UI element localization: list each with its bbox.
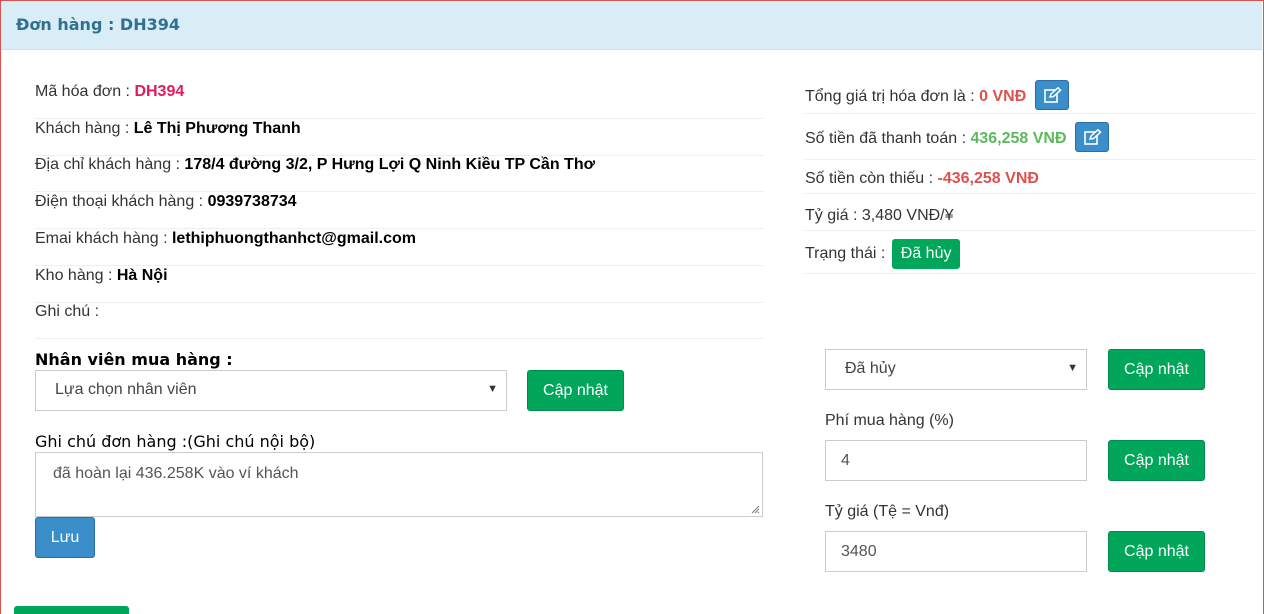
address-row: Địa chỉ khách hàng : 178/4 đường 3/2, P … <box>35 155 764 192</box>
phone-value: 0939738734 <box>207 193 297 210</box>
status-badge: Đã hủy <box>891 239 961 269</box>
total-row: Tổng giá trị hóa đơn là : 0 VNĐ <box>805 80 1255 114</box>
save-note-button[interactable]: Lưu <box>35 517 95 558</box>
exchange-rate-label: Tỷ giá (Tệ = Vnđ) <box>825 503 950 520</box>
fee-update-button[interactable]: Cập nhật <box>1108 440 1205 481</box>
total-value: 0 VNĐ <box>979 88 1027 106</box>
staff-update-button[interactable]: Cập nhật <box>527 370 624 411</box>
status-update-button[interactable]: Cập nhật <box>1108 349 1205 390</box>
invoice-code-value: DH394 <box>134 83 185 100</box>
fee-input-value: 4 <box>841 452 850 469</box>
exchange-rate-input[interactable]: 3480 <box>825 531 1087 572</box>
edit-total-button[interactable] <box>1034 80 1069 110</box>
exchange-rate-input-value: 3480 <box>841 543 877 560</box>
remaining-row: Số tiền còn thiếu : -436,258 VNĐ <box>805 169 1255 194</box>
address-label: Địa chỉ khách hàng : <box>35 156 185 173</box>
chevron-down-icon: ▼ <box>487 383 498 395</box>
staff-select[interactable]: Lựa chọn nhân viên ▼ <box>35 370 507 411</box>
invoice-code-label: Mã hóa đơn : <box>35 83 135 100</box>
note-row: Ghi chú : <box>35 302 764 339</box>
panel-heading: Đơn hàng : DH394 <box>1 1 1262 50</box>
email-value: lethiphuongthanhct@gmail.com <box>171 230 417 247</box>
paid-value: 436,258 VNĐ <box>970 130 1067 148</box>
phone-row: Điện thoại khách hàng : 0939738734 <box>35 192 764 229</box>
fee-label: Phí mua hàng (%) <box>825 412 954 429</box>
status-label: Trạng thái : <box>805 245 890 263</box>
rate-row: Tỷ giá : 3,480 VNĐ/¥ <box>805 206 1255 231</box>
edit-icon <box>1043 87 1062 103</box>
fee-input[interactable]: 4 <box>825 440 1087 481</box>
customer-label: Khách hàng : <box>35 120 134 137</box>
warehouse-row: Kho hàng : Hà Nội <box>35 266 764 303</box>
status-select[interactable]: Đã hủy ▼ <box>825 349 1087 390</box>
edit-icon <box>1084 129 1102 145</box>
staff-select-value: Lựa chọn nhân viên <box>55 381 197 398</box>
status-row: Trạng thái : Đã hủy <box>805 239 1255 274</box>
rate-text: Tỷ giá : 3,480 VNĐ/¥ <box>805 207 954 224</box>
email-row: Emai khách hàng : lethiphuongthanhct@gma… <box>35 229 764 266</box>
address-value: 178/4 đường 3/2, P Hưng Lợi Q Ninh Kiều … <box>184 156 595 173</box>
customer-value: Lê Thị Phương Thanh <box>133 120 301 137</box>
total-label: Tổng giá trị hóa đơn là : <box>805 88 980 106</box>
invoice-code-row: Mã hóa đơn : DH394 <box>35 82 764 119</box>
note-label: Ghi chú : <box>35 303 100 320</box>
staff-label: Nhân viên mua hàng : <box>35 350 233 369</box>
chevron-down-icon: ▼ <box>1067 362 1078 374</box>
warehouse-label: Kho hàng : <box>35 267 117 284</box>
remaining-value: -436,258 VNĐ <box>937 170 1039 187</box>
internal-note-value: đã hoàn lại 436.258K vào ví khách <box>53 465 299 482</box>
resize-grip-icon[interactable] <box>750 504 760 514</box>
paid-row: Số tiền đã thanh toán : 436,258 VNĐ <box>805 122 1255 160</box>
warehouse-value: Hà Nội <box>116 267 168 284</box>
internal-note-textarea[interactable]: đã hoàn lại 436.258K vào ví khách <box>35 452 763 517</box>
email-label: Emai khách hàng : <box>35 230 172 247</box>
internal-note-label: Ghi chú đơn hàng :(Ghi chú nội bộ) <box>35 432 316 451</box>
customer-row: Khách hàng : Lê Thị Phương Thanh <box>35 119 764 156</box>
bottom-action-button[interactable] <box>14 606 129 614</box>
exchange-rate-update-button[interactable]: Cập nhật <box>1108 531 1205 572</box>
edit-paid-button[interactable] <box>1074 122 1109 152</box>
page-title: Đơn hàng : DH394 <box>16 15 180 34</box>
remaining-label: Số tiền còn thiếu : <box>805 170 938 187</box>
paid-label: Số tiền đã thanh toán : <box>805 130 971 148</box>
status-select-value: Đã hủy <box>845 360 896 377</box>
phone-label: Điện thoại khách hàng : <box>35 193 208 210</box>
